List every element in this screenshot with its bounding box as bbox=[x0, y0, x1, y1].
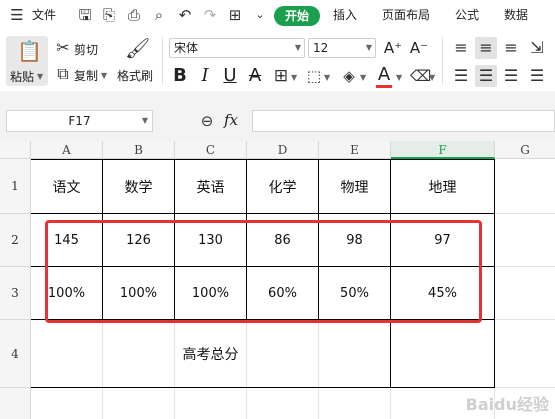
caret-down-icon: ▼ bbox=[141, 116, 148, 125]
caret-down-icon[interactable]: ▼ bbox=[396, 73, 402, 82]
column-header-g[interactable]: G bbox=[495, 141, 555, 159]
font-size-select[interactable]: 12 ▼ bbox=[308, 38, 376, 58]
cell-c1[interactable]: 英语 bbox=[175, 160, 246, 213]
cell-style-icon[interactable]: ⬚ bbox=[305, 67, 323, 85]
tab-page-layout[interactable]: 页面布局 bbox=[382, 0, 430, 31]
column-header-f[interactable]: F bbox=[391, 141, 495, 159]
zoom-search-icon[interactable]: ⊖ bbox=[198, 112, 216, 130]
menu-icon[interactable]: ☰ bbox=[8, 6, 26, 24]
font-color-glyph: A bbox=[377, 64, 391, 85]
row-header-4-label: 4 bbox=[11, 346, 19, 361]
align-middle-icon[interactable]: ≡ bbox=[475, 37, 497, 59]
divider bbox=[162, 37, 163, 85]
justify-icon[interactable]: ☰ bbox=[527, 67, 547, 85]
redo-icon[interactable]: ↷ bbox=[201, 6, 219, 24]
caret-down-icon: ▼ bbox=[37, 72, 44, 81]
cut-button[interactable]: 剪切 bbox=[74, 41, 98, 58]
caret-down-icon: ▼ bbox=[365, 43, 372, 52]
cell-a1[interactable]: 语文 bbox=[31, 160, 102, 213]
ribbon: 📋 粘贴 ▼ ✂ 剪切 ⧉ 复制 ▼ 🖌 格式刷 宋体 ▼ 12 ▼ A⁺ A⁻… bbox=[0, 31, 555, 91]
font-name-value: 宋体 bbox=[174, 41, 199, 55]
cell-merged-a4-e4[interactable]: 高考总分 bbox=[31, 320, 390, 387]
menu-bar: ☰ 文件 🖫 ⎘ ⎙ ⌕ ↶ ↷ ⊞ ⌄ 开始 插入 页面布局 公式 数据 bbox=[0, 0, 555, 31]
underline-button[interactable]: U bbox=[221, 66, 239, 86]
column-header-c[interactable]: C bbox=[175, 141, 247, 159]
table-icon[interactable]: ⊞ bbox=[226, 6, 244, 24]
tab-formulas[interactable]: 公式 bbox=[455, 0, 479, 31]
divider bbox=[442, 37, 443, 85]
wrap-text-icon[interactable]: ⇲ bbox=[527, 39, 547, 57]
caret-down-icon[interactable]: ▼ bbox=[360, 73, 366, 82]
more-chevron-icon[interactable]: ⌄ bbox=[251, 6, 269, 24]
save-icon[interactable]: 🖫 bbox=[76, 6, 94, 24]
row-header-1[interactable]: 1 bbox=[0, 159, 31, 214]
tab-insert[interactable]: 插入 bbox=[333, 0, 357, 31]
name-box[interactable]: F17 ▼ bbox=[6, 110, 153, 132]
caret-down-icon[interactable]: ▼ bbox=[101, 71, 107, 80]
format-painter-button[interactable]: 格式刷 bbox=[117, 67, 153, 84]
format-painter-icon[interactable]: 🖌 bbox=[125, 37, 150, 59]
align-top-icon[interactable]: ≡ bbox=[451, 39, 471, 57]
cell-f4[interactable] bbox=[391, 320, 494, 387]
row-header-4[interactable]: 4 bbox=[0, 320, 31, 388]
align-right-icon[interactable]: ☰ bbox=[501, 67, 521, 85]
font-color-button[interactable]: A bbox=[374, 65, 394, 89]
caret-down-icon[interactable]: ▼ bbox=[324, 73, 330, 82]
caret-down-icon[interactable]: ▼ bbox=[429, 73, 435, 82]
highlight-box bbox=[45, 220, 482, 323]
select-all-corner[interactable] bbox=[0, 141, 31, 159]
fill-color-icon[interactable]: ◈ bbox=[340, 67, 358, 85]
watermark: Baidu经验 bbox=[465, 395, 549, 414]
fx-button[interactable]: fx bbox=[224, 111, 238, 129]
grow-font-button[interactable]: A⁺ bbox=[383, 38, 403, 58]
print-icon[interactable]: ⎙ bbox=[125, 6, 143, 24]
cell-f1[interactable]: 地理 bbox=[391, 160, 494, 213]
border-icon[interactable]: ⊞ bbox=[272, 67, 290, 85]
row-header-5[interactable] bbox=[0, 388, 31, 419]
column-header-d[interactable]: D bbox=[247, 141, 319, 159]
cell-reference: F17 bbox=[68, 114, 91, 128]
bold-button[interactable]: B bbox=[171, 66, 189, 86]
tab-data[interactable]: 数据 bbox=[504, 0, 528, 31]
strikethrough-button[interactable]: A bbox=[246, 66, 264, 86]
table-border bbox=[31, 387, 495, 388]
row-header-3[interactable]: 3 bbox=[0, 267, 31, 320]
column-header-b[interactable]: B bbox=[103, 141, 175, 159]
font-color-swatch bbox=[376, 85, 392, 88]
copy-icon[interactable]: ⧉ bbox=[54, 65, 72, 83]
tab-start[interactable]: 开始 bbox=[274, 6, 320, 26]
undo-icon[interactable]: ↶ bbox=[176, 6, 194, 24]
menu-file[interactable]: 文件 bbox=[32, 0, 56, 31]
formula-input[interactable] bbox=[252, 110, 555, 132]
align-bottom-icon[interactable]: ≡ bbox=[501, 39, 521, 57]
column-header-e[interactable]: E bbox=[319, 141, 391, 159]
caret-down-icon: ▼ bbox=[294, 43, 301, 52]
scissors-icon[interactable]: ✂ bbox=[54, 39, 72, 57]
paste-label: 粘贴 bbox=[10, 70, 35, 84]
cell-e1[interactable]: 物理 bbox=[319, 160, 390, 213]
align-center-icon[interactable]: ☰ bbox=[475, 65, 497, 87]
print-preview-icon[interactable]: ⌕ bbox=[150, 6, 168, 24]
export-icon[interactable]: ⎘ bbox=[100, 6, 118, 24]
font-name-select[interactable]: 宋体 ▼ bbox=[169, 38, 305, 58]
clipboard-icon: 📋 bbox=[17, 39, 42, 63]
row-header-2[interactable]: 2 bbox=[0, 214, 31, 267]
eraser-icon[interactable]: ⌫ bbox=[410, 67, 431, 85]
cell-b1[interactable]: 数学 bbox=[103, 160, 174, 213]
caret-down-icon[interactable]: ▼ bbox=[291, 73, 297, 82]
copy-button[interactable]: 复制 bbox=[74, 67, 98, 84]
shrink-font-button[interactable]: A⁻ bbox=[409, 38, 429, 58]
italic-button[interactable]: I bbox=[196, 66, 214, 86]
font-size-value: 12 bbox=[313, 41, 329, 55]
column-header-a[interactable]: A bbox=[31, 141, 103, 159]
align-left-icon[interactable]: ☰ bbox=[451, 67, 471, 85]
cell-d1[interactable]: 化学 bbox=[247, 160, 318, 213]
paste-button[interactable]: 📋 粘贴 ▼ bbox=[6, 36, 48, 86]
table-border bbox=[494, 159, 495, 388]
